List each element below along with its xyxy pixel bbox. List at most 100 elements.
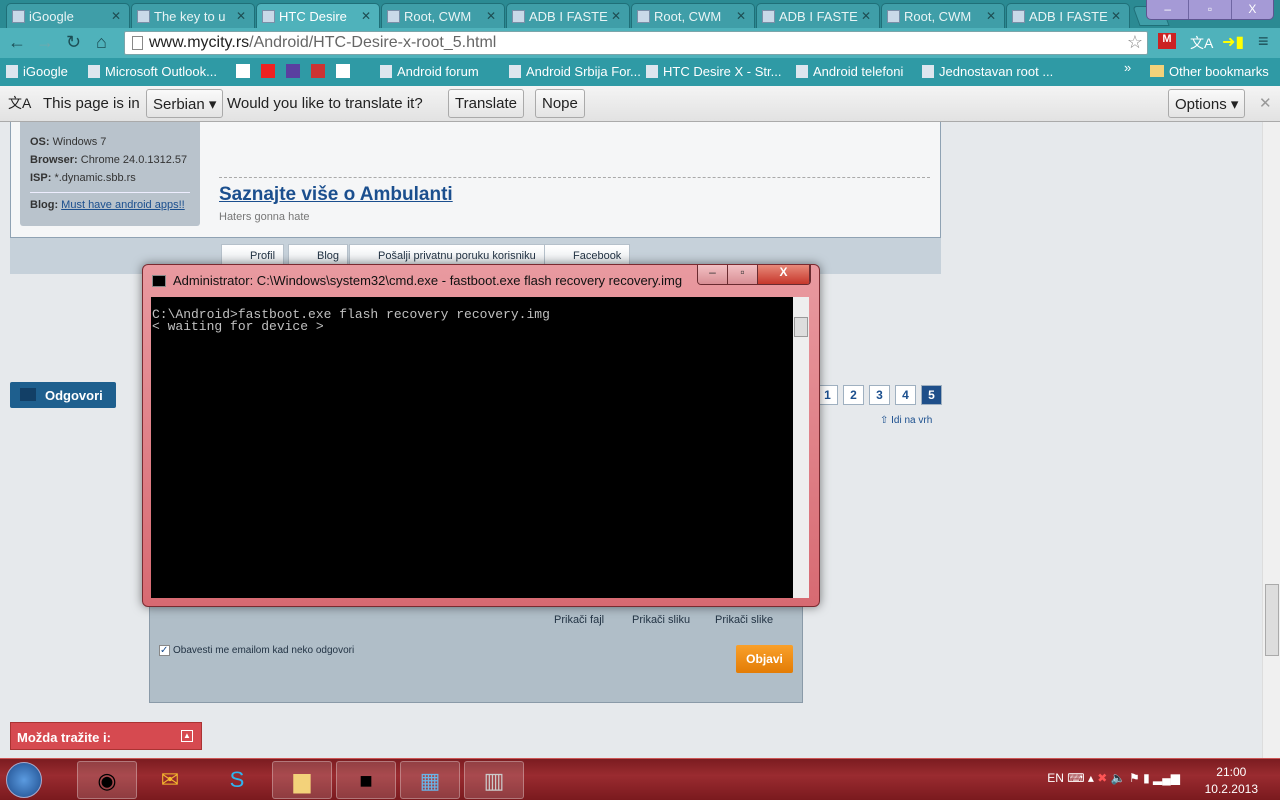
bookmark-icon-only[interactable] [311, 64, 325, 78]
nope-button[interactable]: Nope [535, 89, 585, 118]
translate-extension-icon[interactable]: 文A [1190, 33, 1213, 53]
action-center-flag-icon[interactable]: ⚑ [1129, 771, 1140, 785]
minimize-button[interactable]: – [1147, 0, 1190, 19]
chrome-taskbar-icon[interactable]: ◉ [77, 761, 137, 799]
explorer-taskbar-icon[interactable]: ▆ [272, 761, 332, 799]
suggestions-panel[interactable]: Možda tražite i: ▲ [10, 722, 202, 750]
attach-images-link[interactable]: Prikači slike [715, 614, 773, 626]
bookmark-item[interactable]: iGoogle [6, 64, 68, 79]
bookmark-star-icon[interactable]: ☆ [1127, 32, 1143, 53]
device-manager-taskbar-icon[interactable]: ▥ [464, 761, 524, 799]
close-tab-icon[interactable]: ✕ [1111, 9, 1121, 23]
forward-icon[interactable]: → [36, 32, 54, 53]
tab[interactable]: Root, CWM ✕ [631, 3, 755, 28]
cmd-title: Administrator: C:\Windows\system32\cmd.e… [173, 273, 683, 288]
device-extension-icon[interactable]: ➜▮ [1222, 32, 1244, 52]
close-tab-icon[interactable]: ✕ [736, 9, 746, 23]
cmd-window-controls: – ▫ X [697, 265, 811, 285]
tab[interactable]: The key to u ✕ [131, 3, 255, 28]
reply-button[interactable]: Odgovori [10, 382, 116, 408]
close-tab-icon[interactable]: ✕ [861, 9, 871, 23]
maximize-button[interactable]: ▫ [1189, 0, 1232, 19]
favicon-icon [12, 10, 25, 23]
os-value: Windows 7 [52, 136, 107, 148]
gmail-extension-icon[interactable]: M [1158, 33, 1176, 49]
close-tab-icon[interactable]: ✕ [236, 9, 246, 23]
tab[interactable]: iGoogle ✕ [6, 3, 130, 28]
bookmark-item[interactable]: Android telefoni [796, 64, 903, 79]
page-link[interactable]: 3 [869, 385, 890, 405]
tab[interactable]: HTC Desire ✕ [256, 3, 380, 28]
tab[interactable]: Root, CWM ✕ [881, 3, 1005, 28]
skype-taskbar-icon[interactable]: S [207, 761, 267, 799]
tab[interactable]: ADB I FASTE ✕ [756, 3, 880, 28]
submit-button[interactable]: Objavi [736, 645, 793, 673]
address-bar[interactable]: www.mycity.rs/Android/HTC-Desire-x-root_… [124, 31, 1148, 55]
signature-link[interactable]: Saznajte više o Ambulanti [219, 184, 453, 206]
blog-link[interactable]: Must have android apps!! [61, 199, 185, 211]
bookmark-icon-only[interactable] [236, 64, 250, 78]
reload-icon[interactable]: ↻ [66, 32, 81, 53]
bookmark-item[interactable]: Microsoft Outlook... [88, 64, 217, 79]
network-error-icon[interactable]: ✖ [1097, 771, 1107, 785]
page-scrollbar[interactable] [1262, 122, 1280, 758]
bookmark-item[interactable]: Android forum [380, 64, 479, 79]
bookmark-icon-only[interactable] [336, 64, 350, 78]
show-hidden-icons[interactable]: ▴ [1088, 771, 1094, 785]
close-tab-icon[interactable]: ✕ [486, 9, 496, 23]
options-button[interactable]: Options ▾ [1168, 89, 1246, 118]
control-panel-taskbar-icon[interactable]: ▦ [400, 761, 460, 799]
keyboard-icon[interactable]: ⌨ [1067, 771, 1084, 785]
page-link[interactable]: 2 [843, 385, 864, 405]
console-scrollbar[interactable] [793, 297, 809, 598]
home-icon[interactable]: ⌂ [96, 32, 107, 53]
back-to-top-link[interactable]: ⇧ Idi na vrh [880, 415, 932, 426]
back-icon[interactable]: ← [8, 32, 26, 53]
console-scroll-thumb[interactable] [794, 317, 808, 337]
cmd-minimize-button[interactable]: – [698, 265, 728, 284]
attach-image-link[interactable]: Prikači sliku [632, 614, 690, 626]
bookmark-favicon-icon [509, 65, 521, 78]
start-button[interactable] [6, 762, 42, 798]
cmd-maximize-button[interactable]: ▫ [728, 265, 758, 284]
translate-button[interactable]: Translate [448, 89, 524, 118]
volume-icon[interactable]: 🔈 [1111, 771, 1126, 785]
bookmark-item[interactable]: Jednostavan root ... [922, 64, 1053, 79]
cmd-close-button[interactable]: X [758, 265, 810, 284]
page-icon [132, 36, 143, 50]
close-tab-icon[interactable]: ✕ [111, 9, 121, 23]
close-tab-icon[interactable]: ✕ [611, 9, 621, 23]
close-tab-icon[interactable]: ✕ [361, 9, 371, 23]
language-indicator[interactable]: EN [1047, 771, 1064, 785]
close-tab-icon[interactable]: ✕ [986, 9, 996, 23]
page-link[interactable]: 1 [817, 385, 838, 405]
bookmark-item[interactable]: HTC Desire X - Str... [646, 64, 781, 79]
attach-file-link[interactable]: Prikači fajl [554, 614, 604, 626]
outlook-taskbar-icon[interactable]: ✉ [140, 761, 200, 799]
page-link[interactable]: 4 [895, 385, 916, 405]
close-button[interactable]: X [1232, 0, 1273, 19]
close-translate-icon[interactable]: ✕ [1259, 94, 1272, 112]
scrollbar-thumb[interactable] [1265, 584, 1279, 656]
menu-icon[interactable]: ≡ [1258, 31, 1269, 52]
collapse-icon[interactable]: ▲ [181, 730, 193, 742]
language-select[interactable]: Serbian ▾ [146, 89, 224, 118]
notify-checkbox[interactable]: ✓ [159, 645, 170, 656]
bookmark-item[interactable]: Android Srbija For... [509, 64, 641, 79]
tab[interactable]: Root, CWM ✕ [381, 3, 505, 28]
browser-label: Browser: [30, 154, 78, 166]
other-bookmarks[interactable]: Other bookmarks [1150, 64, 1269, 79]
bookmarks-more-button[interactable]: » [1124, 60, 1131, 75]
page-link[interactable]: 5 [921, 385, 942, 405]
bookmark-icon-only[interactable] [261, 64, 275, 78]
bookmarks-bar: iGoogle Microsoft Outlook... Android forum… [0, 58, 1280, 86]
tab[interactable]: ADB I FASTE ✕ [1006, 3, 1130, 28]
console-output[interactable]: C:\Android>fastboot.exe flash recovery r… [151, 297, 793, 598]
reply-label: Odgovori [45, 388, 103, 403]
bookmark-icon-only[interactable] [286, 64, 300, 78]
cmd-taskbar-icon[interactable]: ■ [336, 761, 396, 799]
signal-icon[interactable]: ▂▄▆ [1153, 771, 1180, 785]
power-icon[interactable]: ▮ [1143, 771, 1150, 785]
tab[interactable]: ADB I FASTE ✕ [506, 3, 630, 28]
clock[interactable]: 21:00 10.2.2013 [1205, 764, 1258, 798]
